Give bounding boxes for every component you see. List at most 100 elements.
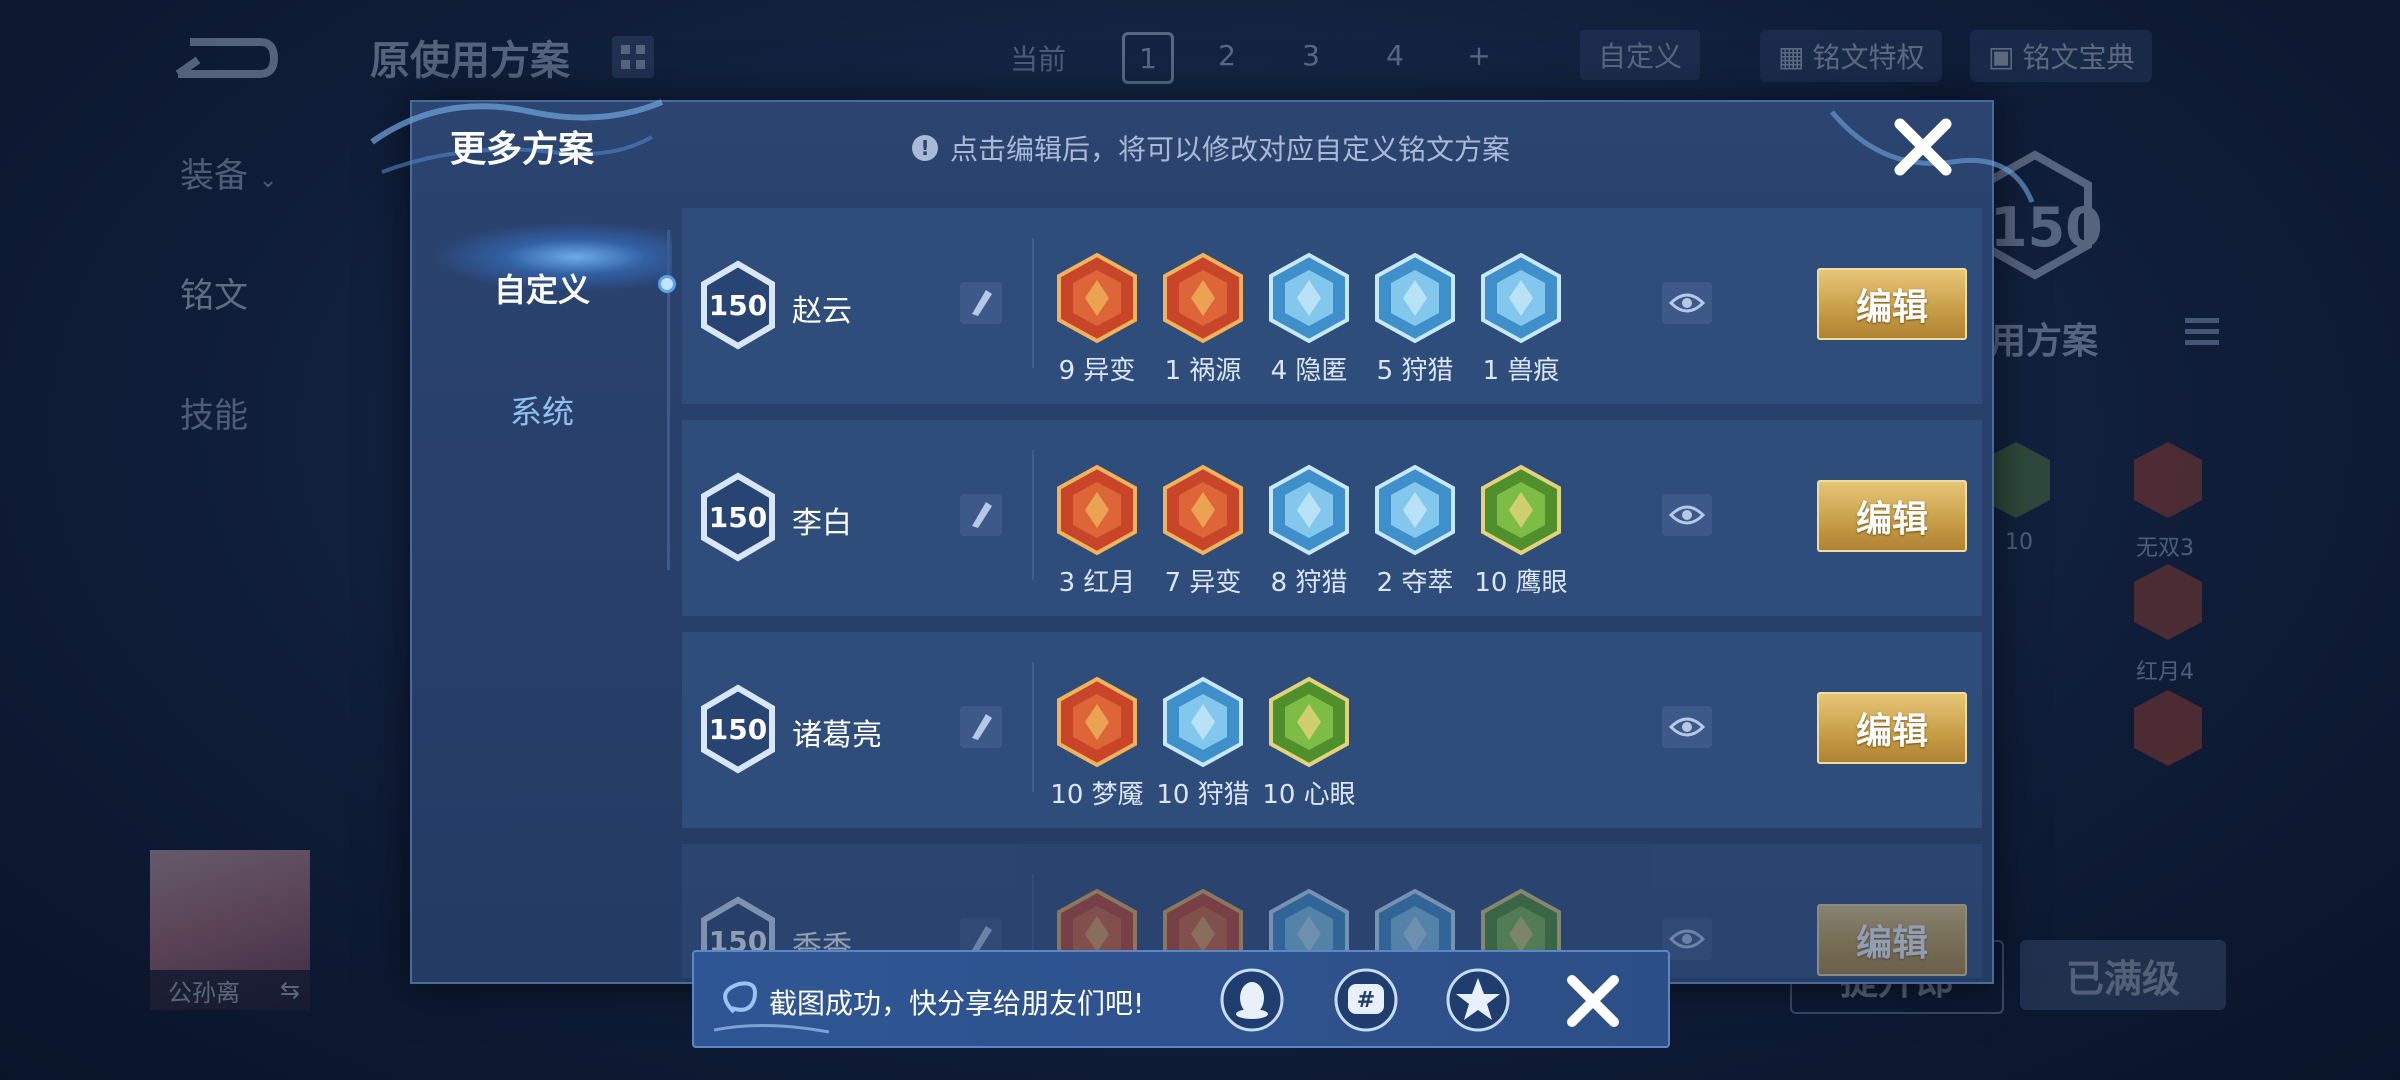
rune-item: 10 狩猎 <box>1150 676 1256 811</box>
page-tab-1[interactable]: 1 <box>1122 32 1174 84</box>
pencil-icon <box>972 714 992 740</box>
plan-list: 150 赵云 9 异变 1 祸源 4 隐匿 5 狩猎 1 兽痕 编辑 150 李… <box>682 208 1982 978</box>
share-toast: 截图成功，快分享给朋友们吧! # <box>692 950 1670 1048</box>
rune-icon <box>1269 464 1349 556</box>
row-divider <box>1032 450 1034 580</box>
rune-item: 1 兽痕 <box>1468 252 1574 387</box>
hero-name: 赵云 <box>792 294 852 329</box>
rune-icon <box>1269 252 1349 344</box>
edit-button[interactable]: 编辑 <box>1817 692 1967 764</box>
rune-icon <box>1375 252 1455 344</box>
plan-row: 150 赵云 9 异变 1 祸源 4 隐匿 5 狩猎 1 兽痕 编辑 <box>682 208 1982 404</box>
rune-label: 9 异变 <box>1058 356 1136 386</box>
rune-label: 3 红月 <box>1058 568 1136 598</box>
rune-item: 8 狩猎 <box>1256 464 1362 599</box>
row-divider <box>1032 238 1034 368</box>
use-plan-label: 用方案 <box>1990 321 2099 362</box>
rune-label: 4 隐匿 <box>1270 356 1348 386</box>
level-hex-icon: 150 <box>701 472 775 562</box>
grid-icon[interactable] <box>612 36 654 78</box>
maxed-button: 已满级 <box>2020 940 2226 1010</box>
svg-text:#: # <box>1357 988 1375 1013</box>
rune-icon <box>1057 464 1137 556</box>
rename-button[interactable] <box>960 494 1002 536</box>
rune-label: 7 异变 <box>1164 568 1242 598</box>
rune-icon <box>1375 464 1455 556</box>
eye-icon <box>1669 717 1705 737</box>
preview-button[interactable] <box>1662 282 1712 324</box>
page-tab-3[interactable]: 3 <box>1288 32 1334 78</box>
rune-label: 红月4 <box>2136 660 2194 685</box>
side-item-skill[interactable]: 技能 <box>180 388 248 437</box>
level-hex-icon: 150 <box>701 260 775 350</box>
rune-item: 10 梦魇 <box>1044 676 1150 811</box>
back-arrow-icon[interactable] <box>170 30 280 82</box>
close-icon[interactable] <box>1892 116 1954 178</box>
side-item-equipment[interactable]: 装备 ⌄ <box>180 148 277 197</box>
hint-text: ! 点击编辑后，将可以修改对应自定义铭文方案 <box>912 128 1510 168</box>
rune-privilege-button[interactable]: ▦ 铭文特权 <box>1760 30 1943 82</box>
rune-guide-button[interactable]: ▣ 铭文宝典 <box>1970 30 2153 82</box>
row-divider <box>1032 662 1034 792</box>
pencil-icon <box>972 502 992 528</box>
level-value: 150 <box>709 501 767 534</box>
rune-icon <box>2134 442 2202 518</box>
eye-icon <box>1669 505 1705 525</box>
swap-icon: ⇆ <box>280 976 301 1004</box>
rune-icon <box>1057 252 1137 344</box>
moments-icon[interactable]: # <box>1332 966 1400 1034</box>
close-icon[interactable] <box>1564 972 1622 1030</box>
level-hex-icon: 150 <box>701 684 775 774</box>
hero-name: 李白 <box>792 506 852 541</box>
rune-label: 5 狩猎 <box>1376 356 1454 386</box>
preview-button[interactable] <box>1662 706 1712 748</box>
rune-label: 2 夺萃 <box>1376 568 1454 598</box>
side-item-rune[interactable]: 铭文 <box>180 268 248 317</box>
rename-button[interactable] <box>960 706 1002 748</box>
rune-icon <box>1269 676 1349 768</box>
rune-icon <box>1481 252 1561 344</box>
level-value: 150 <box>709 289 767 322</box>
eye-icon <box>1669 293 1705 313</box>
rune-item: 9 异变 <box>1044 252 1150 387</box>
rune-label: 10 梦魇 <box>1050 780 1144 810</box>
rune-icon <box>1163 252 1243 344</box>
plan-title: 原使用方案 <box>370 38 570 84</box>
rune-list: 10 梦魇 10 狩猎 10 心眼 <box>1044 676 1362 811</box>
qq-icon[interactable] <box>1218 966 1286 1034</box>
rune-label: 1 祸源 <box>1164 356 1242 386</box>
pencil-icon <box>972 290 992 316</box>
preview-button[interactable] <box>1662 494 1712 536</box>
dialog-title: 更多方案 <box>450 129 595 170</box>
chevron-down-icon: ⌄ <box>258 168 278 193</box>
rune-label: 8 狩猎 <box>1270 568 1348 598</box>
qzone-icon[interactable] <box>1444 966 1512 1034</box>
edit-button[interactable]: 编辑 <box>1817 480 1967 552</box>
rune-label: 10 <box>2005 530 2033 555</box>
add-page-button[interactable]: + <box>1456 32 1502 78</box>
menu-icon[interactable] <box>2185 318 2219 348</box>
hero-name: 诸葛亮 <box>792 718 882 753</box>
toast-message: 截图成功，快分享给朋友们吧! <box>769 987 1145 1020</box>
rune-label: 1 兽痕 <box>1482 356 1560 386</box>
edit-button[interactable]: 编辑 <box>1817 904 1967 976</box>
current-label: 当前 <box>1010 43 1067 76</box>
plan-row: 150 李白 3 红月 7 异变 8 狩猎 2 夺萃 10 鹰眼 编辑 <box>682 420 1982 616</box>
page-tab-2[interactable]: 2 <box>1204 32 1250 78</box>
rune-item: 10 鹰眼 <box>1468 464 1574 599</box>
rune-icon <box>2134 564 2202 640</box>
tab-system[interactable]: 系统 <box>412 387 672 433</box>
rune-icon <box>1057 676 1137 768</box>
rune-item: 5 狩猎 <box>1362 252 1468 387</box>
rune-icon <box>1481 464 1561 556</box>
hero-name-bar[interactable]: 公孙离 ⇆ <box>150 970 310 1010</box>
rune-item: 3 红月 <box>1044 464 1150 599</box>
rune-label: 10 狩猎 <box>1156 780 1250 810</box>
edit-button[interactable]: 编辑 <box>1817 268 1967 340</box>
rune-item: 7 异变 <box>1150 464 1256 599</box>
rune-list: 3 红月 7 异变 8 狩猎 2 夺萃 10 鹰眼 <box>1044 464 1574 599</box>
page-tab-4[interactable]: 4 <box>1372 32 1418 78</box>
rename-button[interactable] <box>960 282 1002 324</box>
custom-button[interactable]: 自定义 <box>1580 30 1700 80</box>
tab-custom[interactable]: 自定义 <box>412 265 672 311</box>
